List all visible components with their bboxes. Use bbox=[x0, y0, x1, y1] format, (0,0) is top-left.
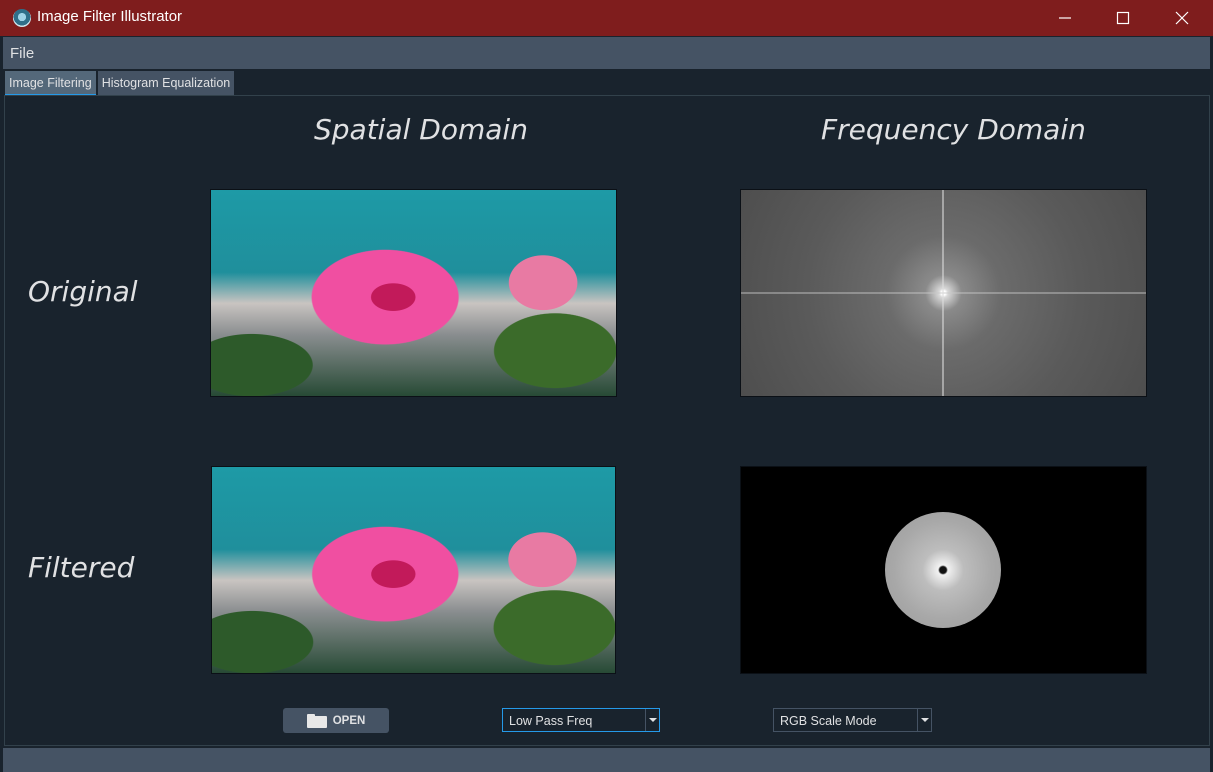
filtered-spectrum bbox=[740, 466, 1147, 674]
chevron-down-icon[interactable] bbox=[917, 709, 931, 731]
original-spectrum-plot bbox=[741, 190, 1146, 396]
original-spectrum bbox=[740, 189, 1147, 397]
minimize-icon bbox=[1059, 17, 1071, 19]
filtered-spectrum-plot bbox=[741, 467, 1146, 673]
menu-file[interactable]: File bbox=[10, 45, 34, 62]
maximize-icon bbox=[1116, 11, 1130, 25]
original-image bbox=[210, 189, 617, 397]
maximize-button[interactable] bbox=[1094, 0, 1152, 36]
low-pass-mask bbox=[885, 512, 1001, 628]
spatial-domain-heading: Spatial Domain bbox=[314, 113, 528, 146]
frequency-domain-heading: Frequency Domain bbox=[821, 113, 1086, 146]
filter-mode-select[interactable]: Low Pass Freq bbox=[502, 708, 660, 732]
open-button-label: OPEN bbox=[332, 714, 366, 727]
filtered-photo bbox=[212, 467, 615, 673]
minimize-button[interactable] bbox=[1036, 0, 1094, 36]
title-bar: Image Filter Illustrator bbox=[0, 0, 1213, 36]
folder-icon bbox=[306, 713, 327, 728]
original-photo bbox=[211, 190, 616, 396]
close-icon bbox=[1175, 11, 1189, 25]
original-label: Original bbox=[28, 275, 138, 308]
filter-mode-value: Low Pass Freq bbox=[509, 714, 593, 728]
filtered-label: Filtered bbox=[28, 551, 135, 584]
tab-image-filtering[interactable]: Image Filtering bbox=[5, 71, 96, 97]
spectrum-vertical-axis bbox=[941, 190, 944, 396]
menu-bar: File bbox=[3, 37, 1210, 69]
filtered-image bbox=[211, 466, 616, 674]
open-button[interactable]: OPEN bbox=[283, 708, 389, 733]
status-bar bbox=[3, 748, 1210, 772]
close-button[interactable] bbox=[1153, 0, 1211, 36]
app-icon bbox=[13, 9, 31, 27]
tab-bar: Image Filtering Histogram Equalization bbox=[5, 71, 235, 97]
window-title: Image Filter Illustrator bbox=[37, 8, 183, 25]
tab-histogram-equalization[interactable]: Histogram Equalization bbox=[97, 71, 235, 95]
chevron-down-icon[interactable] bbox=[645, 709, 659, 731]
scale-mode-value: RGB Scale Mode bbox=[780, 714, 877, 728]
scale-mode-select[interactable]: RGB Scale Mode bbox=[773, 708, 932, 732]
